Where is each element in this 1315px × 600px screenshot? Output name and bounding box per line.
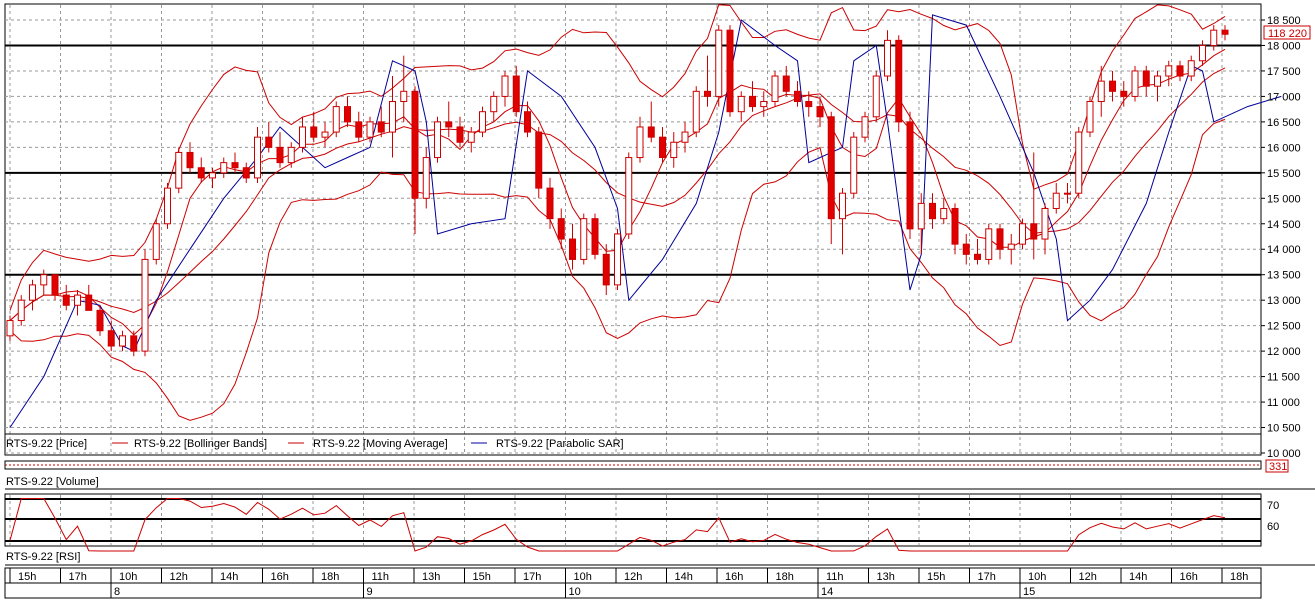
volume-value: 331 bbox=[1269, 461, 1287, 473]
time-tick-label: 18h bbox=[776, 571, 794, 583]
time-tick-label: 14h bbox=[675, 571, 693, 583]
candle bbox=[906, 111, 914, 240]
price-panel[interactable] bbox=[4, 3, 1262, 456]
legend-rsi: RTS-9.22 [RSI] bbox=[6, 551, 80, 563]
candle bbox=[625, 152, 633, 240]
time-tick-label: 15h bbox=[927, 571, 945, 583]
time-tick-label: 11h bbox=[826, 571, 844, 583]
candle bbox=[985, 223, 993, 265]
legend-volume: RTS-9.22 [Volume] bbox=[6, 476, 99, 488]
time-tick-label: 10h bbox=[574, 571, 592, 583]
price-tick-label: 10 500 bbox=[1267, 423, 1301, 435]
candle bbox=[1086, 96, 1094, 138]
candle bbox=[434, 116, 441, 163]
time-tick-label: 17h bbox=[523, 571, 541, 583]
legend-moving-average: RTS-9.22 [Moving Average] bbox=[313, 438, 448, 450]
candle bbox=[715, 25, 723, 107]
time-tick-label: 12h bbox=[170, 571, 188, 583]
candle bbox=[591, 213, 599, 260]
time-tick-label: 14h bbox=[220, 571, 238, 583]
candle bbox=[850, 132, 858, 199]
rsi-tick-60: 60 bbox=[1267, 521, 1279, 533]
price-tick-label: 11 000 bbox=[1267, 397, 1300, 409]
time-tick-label: 10h bbox=[1028, 571, 1046, 583]
time-tick-label: 16h bbox=[271, 571, 289, 583]
price-tick-label: 17 500 bbox=[1267, 66, 1301, 78]
candle bbox=[175, 147, 183, 194]
time-tick-label: 14h bbox=[1129, 571, 1147, 583]
price-tick-label: 10 000 bbox=[1267, 448, 1301, 460]
time-tick-label: 17h bbox=[69, 571, 87, 583]
legend-bollinger: RTS-9.22 [Bollinger Bands] bbox=[134, 438, 267, 450]
last-price-label: 118 220 bbox=[1268, 28, 1307, 40]
candle bbox=[895, 35, 903, 133]
time-tick-label: 17h bbox=[978, 571, 996, 583]
time-tick-label: 12h bbox=[624, 571, 642, 583]
candle bbox=[692, 86, 700, 138]
time-tick-label: 18h bbox=[1230, 571, 1248, 583]
candle bbox=[771, 70, 779, 107]
candle bbox=[580, 213, 588, 265]
date-tick-label: 10 bbox=[569, 586, 581, 598]
rsi-tick-70: 70 bbox=[1267, 500, 1279, 512]
time-tick-label: 13h bbox=[422, 571, 440, 583]
date-tick-label: 8 bbox=[114, 586, 120, 598]
price-tick-label: 11 500 bbox=[1267, 372, 1300, 384]
candle bbox=[141, 249, 149, 357]
time-tick-label: 11h bbox=[372, 571, 390, 583]
time-tick-label: 16h bbox=[1180, 571, 1198, 583]
date-tick-label: 14 bbox=[821, 586, 833, 598]
price-axis[interactable]: 18 500 18 000 17 500 17 000 16 500 16 000 15 5… bbox=[1261, 15, 1301, 460]
volume-value-tag: 331 bbox=[1265, 459, 1289, 473]
price-tick-label: 12 000 bbox=[1267, 346, 1301, 358]
time-tick-label: 15h bbox=[18, 571, 36, 583]
price-tick-label: 17 000 bbox=[1267, 91, 1301, 103]
time-tick-label: 10h bbox=[119, 571, 137, 583]
price-tick-label: 18 500 bbox=[1267, 15, 1301, 27]
price-tick-label: 18 000 bbox=[1267, 40, 1301, 52]
candle bbox=[332, 101, 340, 138]
price-tick-label: 14 500 bbox=[1267, 219, 1301, 231]
time-tick-label: 18h bbox=[321, 571, 339, 583]
candle bbox=[1131, 65, 1139, 102]
candle bbox=[535, 126, 543, 199]
price-tick-label: 15 500 bbox=[1267, 168, 1301, 180]
time-tick-label: 16h bbox=[725, 571, 743, 583]
chart-window: 18 500 18 000 17 500 17 000 16 500 16 000 15 5… bbox=[4, 3, 1315, 599]
price-tick-label: 13 000 bbox=[1267, 295, 1301, 307]
time-tick-label: 13h bbox=[877, 571, 895, 583]
price-tick-label: 16 000 bbox=[1267, 142, 1301, 154]
candle bbox=[872, 70, 880, 122]
legend-parabolic-sar: RTS-9.22 [Parabolic SAR] bbox=[496, 438, 624, 450]
price-tick-label: 15 000 bbox=[1267, 193, 1301, 205]
price-tick-label: 12 500 bbox=[1267, 321, 1301, 333]
candle bbox=[164, 183, 171, 229]
candle bbox=[614, 228, 621, 290]
last-price-tag: 118 220 bbox=[1263, 25, 1311, 40]
time-tick-label: 15h bbox=[473, 571, 491, 583]
price-tick-label: 16 500 bbox=[1267, 117, 1301, 129]
candle bbox=[152, 218, 160, 265]
price-tick-label: 13 500 bbox=[1267, 270, 1301, 282]
legend-price: RTS-9.22 [Price] bbox=[6, 438, 87, 450]
price-tick-label: 14 000 bbox=[1267, 244, 1301, 256]
candle bbox=[726, 25, 734, 117]
candle bbox=[1075, 126, 1083, 199]
time-tick-label: 12h bbox=[1079, 571, 1097, 583]
date-tick-label: 9 bbox=[367, 586, 373, 598]
date-tick-label: 15 bbox=[1023, 586, 1035, 598]
